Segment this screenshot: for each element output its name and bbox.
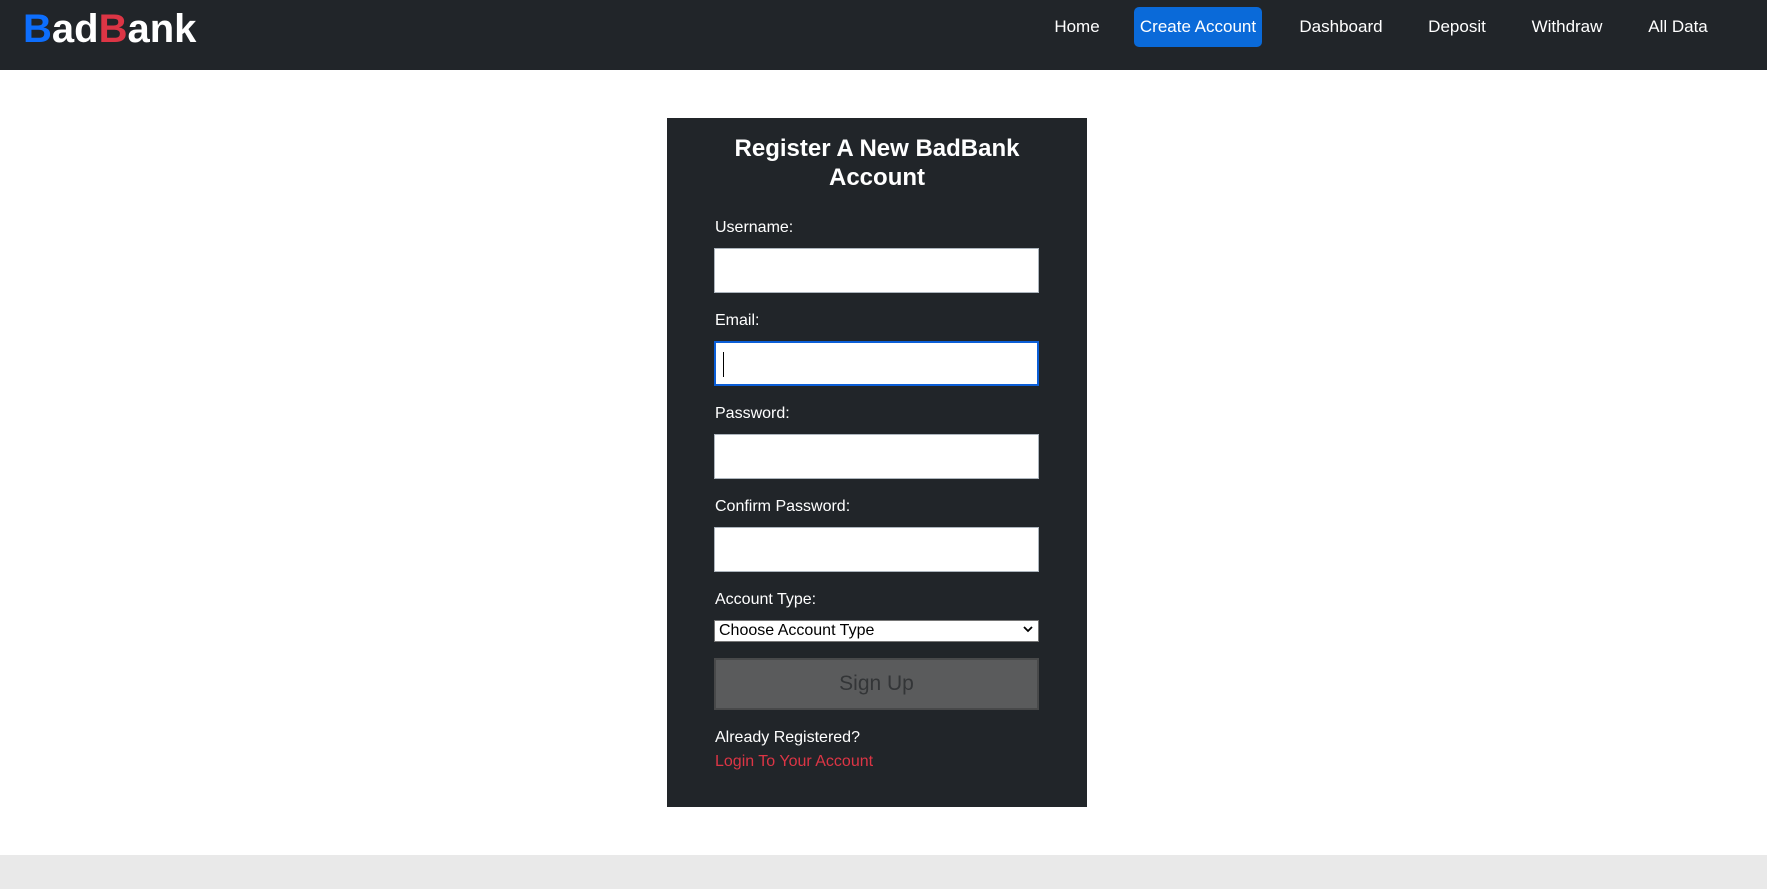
nav-create-account[interactable]: Create Account [1134, 7, 1262, 47]
register-card: Register A New BadBank Account Username:… [667, 118, 1087, 807]
nav-dashboard[interactable]: Dashboard [1291, 7, 1391, 47]
confirm-password-label: Confirm Password: [715, 498, 851, 515]
account-type-label: Account Type: [715, 591, 817, 608]
form-title-text: Register A New BadBank Account [734, 135, 1020, 191]
password-input[interactable] [714, 434, 1039, 479]
email-input[interactable] [714, 341, 1039, 386]
username-input[interactable] [714, 248, 1039, 293]
footer-bar [0, 855, 1767, 889]
top-navbar: BadBank Home Create Account Dashboard De… [0, 0, 1767, 70]
confirm-password-input[interactable] [714, 527, 1039, 572]
signup-button[interactable]: Sign Up [714, 658, 1039, 710]
form-title: Register A New BadBank Account [667, 134, 1087, 192]
nav-links: Home Create Account Dashboard Deposit Wi… [0, 7, 1767, 47]
login-link[interactable]: Login To Your Account [715, 752, 873, 772]
nav-withdraw[interactable]: Withdraw [1524, 7, 1610, 47]
text-caret [723, 352, 724, 377]
nav-all-data[interactable]: All Data [1640, 7, 1716, 47]
account-type-select[interactable]: Choose Account Type [714, 620, 1039, 642]
username-label: Username: [715, 219, 794, 236]
password-label: Password: [715, 405, 790, 422]
email-label: Email: [715, 312, 760, 329]
account-type-value: Choose Account Type [719, 622, 875, 639]
chevron-down-icon [1022, 621, 1034, 641]
already-registered-text: Already Registered? [715, 729, 860, 746]
nav-deposit[interactable]: Deposit [1420, 7, 1494, 47]
nav-home[interactable]: Home [1043, 7, 1111, 47]
